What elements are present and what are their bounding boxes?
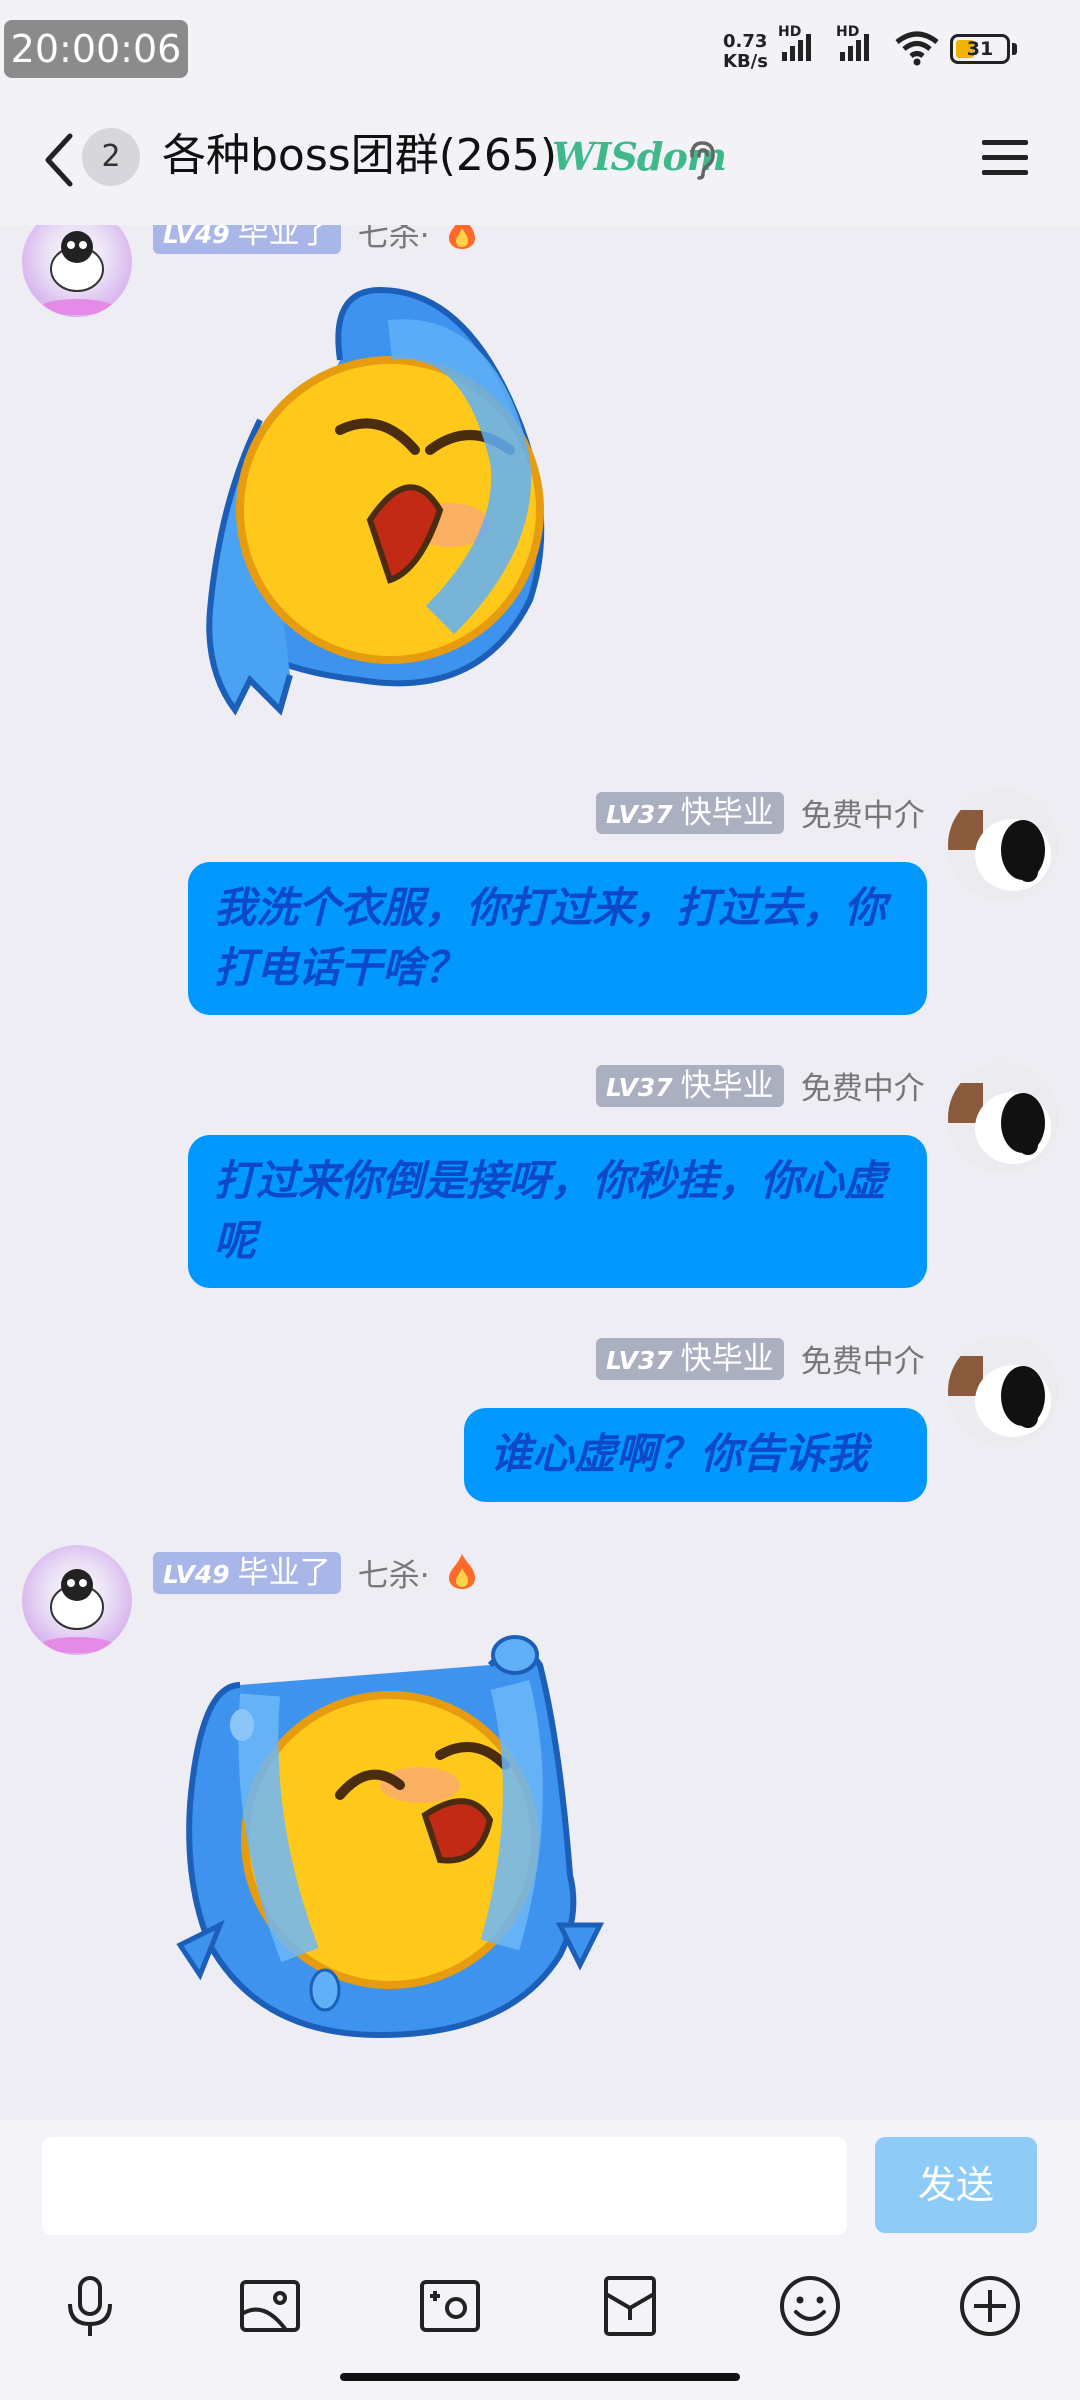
avatar[interactable] bbox=[948, 1336, 1058, 1446]
emoji-icon[interactable] bbox=[774, 2270, 846, 2342]
network-speed: 0.73 KB/s bbox=[723, 32, 775, 72]
message-bubble[interactable]: 谁心虚啊？你告诉我 bbox=[464, 1408, 927, 1502]
signal-icon-2: HD bbox=[836, 24, 884, 64]
message-meta: LV37 快毕业 免费中介 bbox=[596, 1063, 925, 1107]
message-meta: LV37 快毕业 免费中介 bbox=[596, 790, 925, 834]
message-bubble[interactable]: 打过来你倒是接呀，你秒挂，你心虚呢 bbox=[188, 1135, 927, 1288]
avatar[interactable] bbox=[948, 790, 1058, 900]
signal-icon: HD bbox=[778, 24, 826, 64]
plus-icon[interactable] bbox=[954, 2270, 1026, 2342]
status-time: 20:00:06 bbox=[4, 20, 188, 78]
battery-icon: 31 bbox=[950, 34, 1010, 64]
avatar[interactable] bbox=[22, 1545, 132, 1655]
image-icon[interactable] bbox=[234, 2270, 306, 2342]
message-bubble[interactable]: 我洗个衣服，你打过来，打过去，你打电话干啥？ bbox=[188, 862, 927, 1015]
home-indicator[interactable] bbox=[340, 2373, 740, 2381]
sender-nickname[interactable]: 免费中介 bbox=[801, 1336, 925, 1381]
sender-nickname[interactable]: 免费中介 bbox=[801, 1063, 925, 1108]
hd-label: HD bbox=[778, 24, 802, 40]
sender-nickname[interactable]: 七杀· bbox=[358, 1550, 430, 1595]
message-meta: LV49 毕业了 七杀· bbox=[153, 1550, 479, 1594]
level-badge: LV37 快毕业 bbox=[596, 1337, 784, 1380]
sender-nickname[interactable]: 免费中介 bbox=[801, 790, 925, 835]
battery-level: 31 bbox=[966, 38, 994, 60]
microphone-icon[interactable] bbox=[54, 2270, 126, 2342]
send-button[interactable]: 发送 bbox=[875, 2137, 1037, 2233]
level-badge: LV37 快毕业 bbox=[596, 791, 784, 834]
fire-icon bbox=[445, 1552, 479, 1594]
camera-icon[interactable] bbox=[414, 2270, 486, 2342]
red-packet-icon[interactable] bbox=[594, 2270, 666, 2342]
level-badge: LV49 毕业了 bbox=[153, 1551, 341, 1594]
level-badge: LV37 快毕业 bbox=[596, 1064, 784, 1107]
network-speed-value: 0.73 bbox=[723, 31, 768, 52]
message-input[interactable] bbox=[42, 2137, 847, 2235]
message-meta: LV37 快毕业 免费中介 bbox=[596, 1336, 925, 1380]
crying-face-sticker[interactable] bbox=[180, 280, 620, 740]
hd-label-2: HD bbox=[836, 24, 860, 40]
avatar[interactable] bbox=[948, 1063, 1058, 1173]
network-speed-unit: KB/s bbox=[723, 51, 768, 72]
wifi-icon bbox=[895, 31, 939, 66]
wailing-face-sticker[interactable] bbox=[160, 1625, 620, 2065]
